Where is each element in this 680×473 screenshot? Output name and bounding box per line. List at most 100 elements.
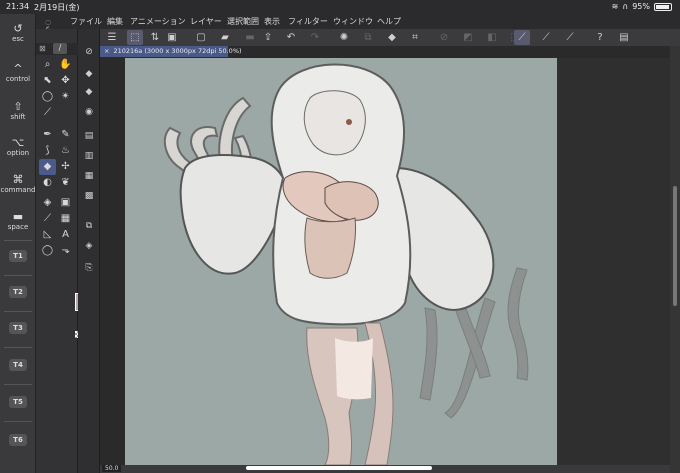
balloon-tool-icon[interactable]: ◯ bbox=[39, 243, 56, 259]
menu-filter[interactable]: フィルター bbox=[288, 16, 328, 27]
export-file-icon[interactable]: ⇪ bbox=[260, 30, 276, 45]
brush-tool-icon[interactable]: ⟆ bbox=[39, 143, 56, 159]
menu-view[interactable]: 表示 bbox=[264, 16, 280, 27]
snap-ruler-icon[interactable]: ⟋ bbox=[514, 30, 530, 45]
t1-key[interactable]: T1 bbox=[0, 240, 36, 273]
redo-icon[interactable]: ↷ bbox=[307, 30, 323, 45]
zoom-level[interactable]: 50.0 bbox=[102, 465, 122, 472]
frame-border-icon[interactable]: ▦ bbox=[57, 211, 74, 227]
document-tab[interactable]: × 210216a (3000 x 3000px 72dpi 50.0%) bbox=[100, 46, 242, 57]
text-tool-icon[interactable]: A bbox=[57, 227, 74, 243]
ruler-tool-icon[interactable]: ◺ bbox=[39, 227, 56, 243]
eraser-tool-icon[interactable]: ◆ bbox=[39, 159, 56, 175]
headphones-icon: ∩ bbox=[622, 2, 629, 11]
command-bar: ☰ ⬚ ⇅ ▣ ▢ ▰ ▬ ⇪ ↶ ↷ ✺ ⧉ ◆ ⌗ ⊘ ◩ ◧ ⬚ ⟋ ⟋ … bbox=[100, 29, 680, 46]
brush-icon[interactable]: ∕ bbox=[53, 43, 67, 54]
menu-edit[interactable]: 編集 bbox=[107, 16, 123, 27]
menu-window[interactable]: ウィンドウ bbox=[333, 16, 373, 27]
material-icon[interactable]: ▩ bbox=[81, 189, 97, 204]
drawing-canvas[interactable] bbox=[125, 58, 557, 465]
menu-layer[interactable]: レイヤー bbox=[190, 16, 222, 27]
t6-key[interactable]: T6 bbox=[0, 424, 36, 457]
edit-canvas-icon[interactable]: ⬚ bbox=[127, 30, 143, 45]
object-tool-icon[interactable]: ⬉ bbox=[39, 73, 56, 89]
crop-icon[interactable]: ⌗ bbox=[407, 30, 423, 45]
eyedropper-icon[interactable]: ⟋ bbox=[39, 105, 56, 121]
menu-icon[interactable]: ☰ bbox=[104, 30, 120, 45]
t3-key[interactable]: T3 bbox=[0, 312, 36, 345]
figure-tool-icon[interactable]: ⟋ bbox=[39, 211, 56, 227]
control-key-label: control bbox=[5, 75, 31, 83]
settings-icon[interactable]: ▤ bbox=[616, 30, 632, 45]
correct-line-icon[interactable]: ⬎ bbox=[57, 243, 74, 259]
magic-wand-icon[interactable]: ✴ bbox=[57, 89, 74, 105]
color-history-icon[interactable]: ▦ bbox=[81, 169, 97, 184]
stepper-icon[interactable]: ⇅ bbox=[147, 30, 163, 45]
close-icon[interactable]: ⊠ bbox=[39, 44, 46, 53]
space-key[interactable]: ▬ space bbox=[0, 206, 36, 240]
lasso-tool-icon[interactable]: ◯ bbox=[39, 89, 56, 105]
deselect-icon[interactable]: ⊘ bbox=[436, 30, 452, 45]
help-icon[interactable]: ? bbox=[592, 30, 608, 45]
liquify-tool-icon[interactable]: ❦ bbox=[57, 175, 74, 191]
scrollbar-thumb[interactable] bbox=[673, 186, 677, 306]
app-logo-icon[interactable]: ၟ bbox=[45, 15, 51, 30]
export-icon[interactable]: ▣ bbox=[164, 30, 180, 45]
home-indicator[interactable] bbox=[246, 466, 432, 470]
space-key-label: space bbox=[7, 223, 29, 231]
t2-key[interactable]: T2 bbox=[0, 276, 36, 309]
pencil-tool-icon[interactable]: ✎ bbox=[57, 127, 74, 143]
hand-tool-icon[interactable]: ✋ bbox=[57, 57, 74, 73]
t4-key[interactable]: T4 bbox=[0, 349, 36, 382]
tool-palette: ⊠ ∕ ⌕ ✋ ⬉ ✥ ◯ ✴ ⟋ ✒ ✎ ⟆ ♨ ◆ ✢ ◐ ❦ ◈ ▣ ⟋ … bbox=[36, 29, 109, 473]
fill-bucket-icon[interactable]: ◆ bbox=[384, 30, 400, 45]
menu-animation[interactable]: アニメーション bbox=[130, 16, 186, 27]
copy-layer-icon[interactable]: ⎘ bbox=[81, 261, 97, 276]
esc-key[interactable]: ↺ esc bbox=[0, 18, 36, 52]
new-file-icon[interactable]: ▢ bbox=[193, 30, 209, 45]
vertical-scrollbar[interactable] bbox=[670, 46, 680, 473]
snap-grid-icon[interactable]: ⟋ bbox=[562, 30, 578, 45]
menu-file[interactable]: ファイル bbox=[70, 16, 102, 27]
t5-key[interactable]: T5 bbox=[0, 386, 36, 419]
open-folder-icon[interactable]: ▰ bbox=[217, 30, 233, 45]
save-icon[interactable]: ▬ bbox=[242, 30, 258, 45]
illustration bbox=[163, 63, 529, 465]
status-indicators: ≋ ∩ 95% bbox=[612, 2, 672, 11]
layer-mask-icon[interactable]: ◉ bbox=[81, 105, 97, 120]
navigator-icon[interactable]: ▤ bbox=[81, 129, 97, 144]
zoom-tool-icon[interactable]: ⌕ bbox=[39, 57, 56, 73]
command-key-label: command bbox=[0, 186, 36, 194]
layer-panel-icon[interactable]: ⧉ bbox=[81, 219, 97, 234]
fill-tool-icon[interactable]: ◈ bbox=[39, 195, 56, 211]
modifier-bar: ↺ esc ^ control ⇧ shift ⌥ option ⌘ comma… bbox=[0, 14, 36, 473]
option-key[interactable]: ⌥ option bbox=[0, 132, 36, 166]
document-title: 210216a (3000 x 3000px 72dpi 50.0%) bbox=[113, 47, 242, 55]
selection-layer-icon[interactable]: ◧ bbox=[484, 30, 500, 45]
airbrush-icon[interactable]: ♨ bbox=[57, 143, 74, 159]
invert-selection-icon[interactable]: ◩ bbox=[460, 30, 476, 45]
command-key[interactable]: ⌘ command bbox=[0, 169, 36, 203]
status-bar: 21:34 2月19日(金) ≋ ∩ 95% bbox=[0, 0, 680, 14]
blend-tool-icon[interactable]: ◐ bbox=[39, 175, 56, 191]
pen-tool-icon[interactable]: ✒ bbox=[39, 127, 56, 143]
undo-arrow-icon: ↺ bbox=[13, 22, 23, 35]
control-key[interactable]: ^ control bbox=[0, 58, 36, 92]
snap-special-ruler-icon[interactable]: ⟋ bbox=[538, 30, 554, 45]
close-tab-icon[interactable]: × bbox=[104, 47, 109, 55]
clear-icon[interactable]: ◆ bbox=[81, 85, 97, 100]
shift-key[interactable]: ⇧ shift bbox=[0, 96, 36, 130]
menu-help[interactable]: ヘルプ bbox=[377, 16, 401, 27]
copy-icon[interactable]: ⧉ bbox=[360, 30, 376, 45]
layer-property-icon[interactable]: ⊘ bbox=[81, 45, 97, 60]
gradient-tool-icon[interactable]: ▣ bbox=[57, 195, 74, 211]
color-set-icon[interactable]: ▥ bbox=[81, 149, 97, 164]
loading-spinner-icon[interactable]: ✺ bbox=[336, 30, 352, 45]
layer-stack-icon[interactable]: ◈ bbox=[81, 239, 97, 254]
move-tool-icon[interactable]: ✥ bbox=[57, 73, 74, 89]
space-bar-icon: ▬ bbox=[12, 210, 24, 223]
undo-icon[interactable]: ↶ bbox=[283, 30, 299, 45]
menu-selection[interactable]: 選択範囲 bbox=[227, 16, 259, 27]
decoration-tool-icon[interactable]: ✢ bbox=[57, 159, 74, 175]
layer-fill-icon[interactable]: ◆ bbox=[81, 67, 97, 82]
